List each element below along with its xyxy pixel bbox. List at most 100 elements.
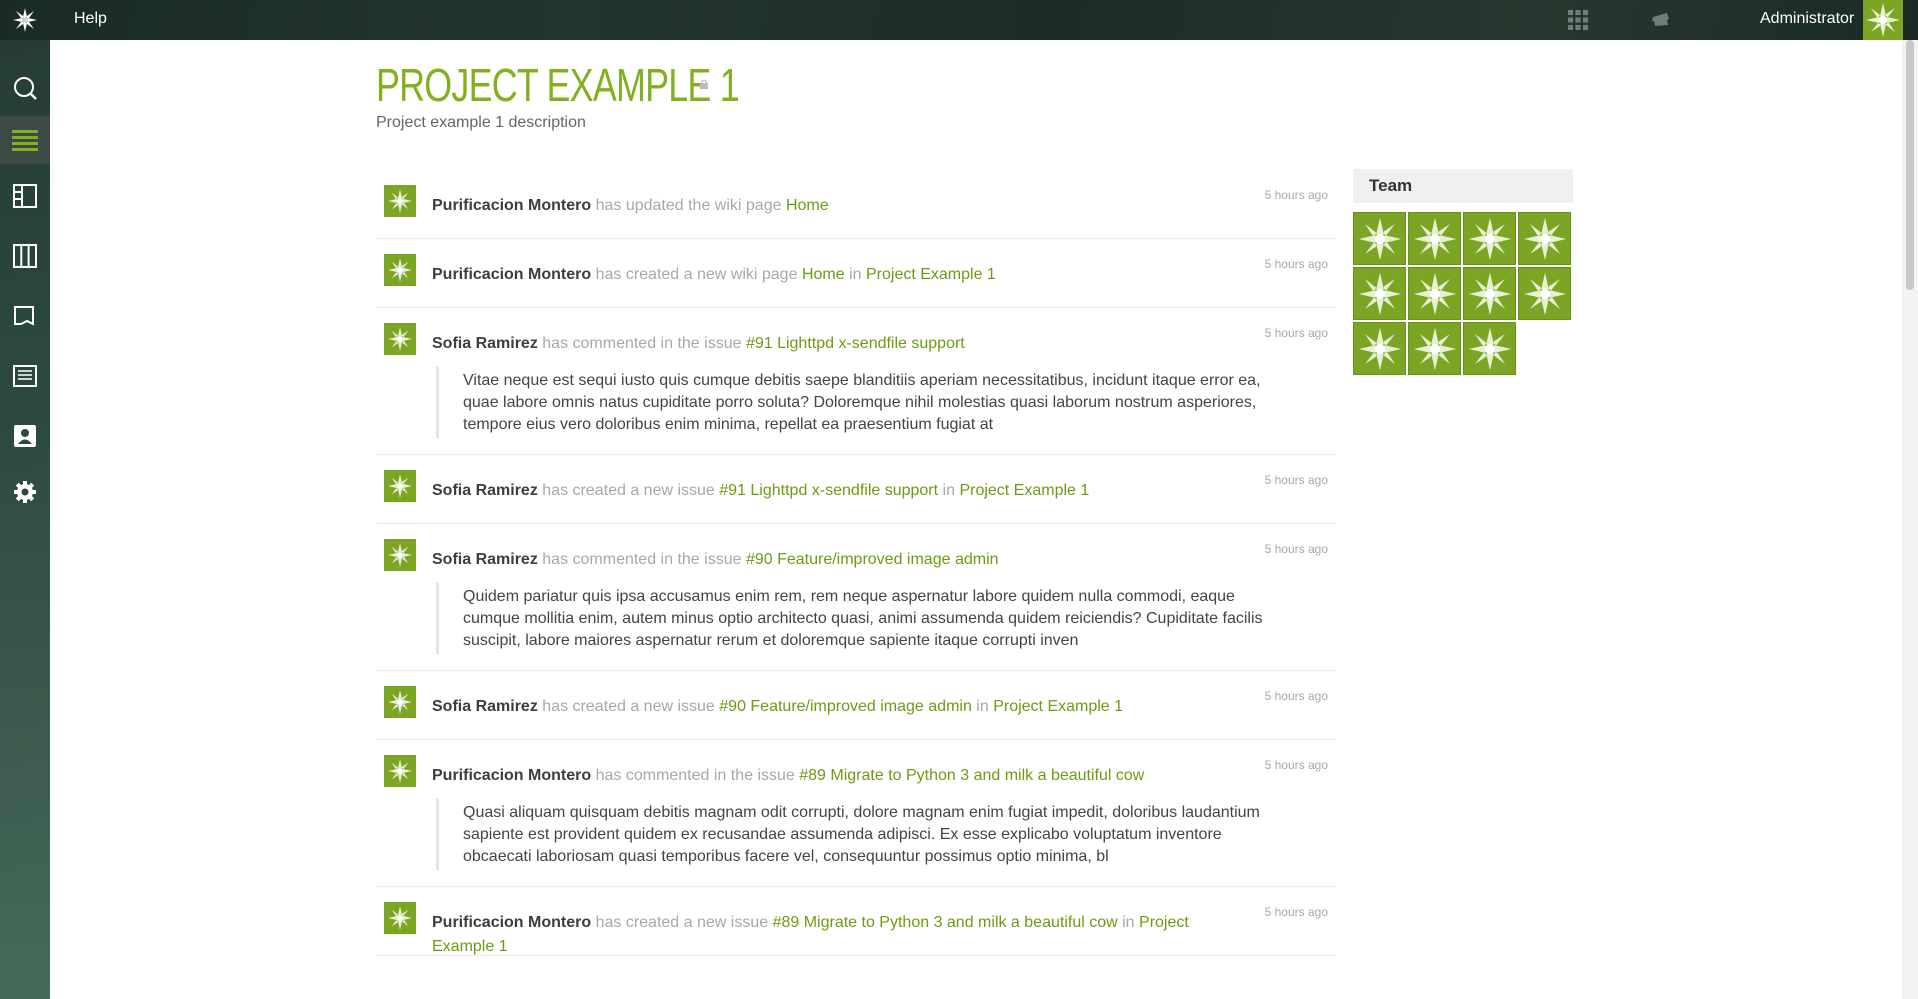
sidebar-item-admin[interactable]: [0, 468, 50, 516]
user-name[interactable]: Purificacion Montero: [432, 197, 591, 214]
notifications-icon[interactable]: [1650, 10, 1672, 30]
sidebar-item-timeline[interactable]: [0, 116, 50, 164]
user-avatar[interactable]: [1863, 0, 1903, 40]
team-member-avatar[interactable]: [1463, 212, 1516, 265]
project-link[interactable]: Project Example 1: [959, 482, 1089, 499]
gear-icon: [14, 481, 36, 503]
activity-target-link[interactable]: #91 Lighttpd x-sendfile support: [719, 482, 938, 499]
project-link[interactable]: Project Example 1: [866, 266, 996, 283]
team-member-avatar[interactable]: [1408, 322, 1461, 375]
comment-quote: Quasi aliquam quisquam debitis magnam od…: [436, 798, 1312, 870]
project-link[interactable]: Project Example 1: [993, 698, 1123, 715]
help-link[interactable]: Help: [74, 10, 107, 28]
activity-timeline: Purificacion Montero has updated the wik…: [376, 170, 1336, 956]
user-avatar[interactable]: [384, 323, 416, 355]
in-label: in: [976, 698, 989, 715]
user-avatar[interactable]: [384, 539, 416, 571]
activity-action: has commented in the issue: [595, 767, 795, 784]
sidebar-item-wiki[interactable]: [0, 352, 50, 400]
team-member-avatar[interactable]: [1518, 267, 1571, 320]
user-name[interactable]: Purificacion Montero: [432, 767, 591, 784]
search-icon: [14, 77, 37, 100]
comment-quote: Vitae neque est sequi iusto quis cumque …: [436, 366, 1312, 438]
sidebar-item-kanban[interactable]: [0, 232, 50, 280]
sidebar-item-backlog[interactable]: [0, 172, 50, 220]
activity-action: has created a new issue: [542, 482, 715, 499]
activity-action: has commented in the issue: [542, 335, 742, 352]
activity-action: has commented in the issue: [542, 551, 742, 568]
timeline-entry: Purificacion Montero has commented in th…: [376, 740, 1336, 887]
activity-target-link[interactable]: #91 Lighttpd x-sendfile support: [746, 335, 965, 352]
user-avatar[interactable]: [384, 686, 416, 718]
timestamp: 5 hours ago: [1264, 326, 1328, 340]
comment-quote: Quidem pariatur quis ipsa accusamus enim…: [436, 582, 1312, 654]
page-scrollbar[interactable]: [1902, 40, 1918, 999]
in-label: in: [942, 482, 955, 499]
user-avatar[interactable]: [384, 470, 416, 502]
page-title: PROJECT EXAMPLE 1: [376, 59, 740, 111]
activity-target-link[interactable]: #90 Feature/improved image admin: [746, 551, 999, 568]
team-member-avatar[interactable]: [1408, 212, 1461, 265]
timeline-entry: Purificacion Montero has created a new i…: [376, 887, 1336, 956]
sidebar-item-team[interactable]: [0, 412, 50, 460]
lock-icon: [700, 74, 708, 89]
team-icon: [14, 425, 36, 447]
team-member-avatar[interactable]: [1463, 322, 1516, 375]
user-name[interactable]: Sofia Ramirez: [432, 335, 538, 352]
activity-action: has created a new issue: [595, 914, 769, 931]
timestamp: 5 hours ago: [1264, 905, 1328, 919]
activity-action: has created a new wiki page: [595, 266, 798, 283]
user-name[interactable]: Sofia Ramirez: [432, 551, 538, 568]
timeline-entry: Sofia Ramirez has commented in the issue…: [376, 308, 1336, 455]
activity-target-link[interactable]: Home: [786, 197, 829, 214]
scrollbar-thumb[interactable]: [1906, 40, 1914, 290]
user-avatar[interactable]: [384, 185, 416, 217]
timestamp: 5 hours ago: [1264, 188, 1328, 202]
user-name[interactable]: Sofia Ramirez: [432, 482, 538, 499]
project-sidebar: [0, 40, 50, 999]
activity-action: has updated the wiki page: [595, 197, 782, 214]
kanban-icon: [13, 244, 37, 268]
activity-target-link[interactable]: #89 Migrate to Python 3 and milk a beaut…: [799, 767, 1144, 784]
user-name[interactable]: Purificacion Montero: [432, 266, 591, 283]
timestamp: 5 hours ago: [1264, 473, 1328, 487]
timeline-entry-text: Sofia Ramirez has commented in the issue…: [376, 308, 1236, 356]
team-member-avatar[interactable]: [1518, 212, 1571, 265]
activity-action: has created a new issue: [542, 698, 715, 715]
team-member-avatar[interactable]: [1408, 267, 1461, 320]
timestamp: 5 hours ago: [1264, 542, 1328, 556]
team-header: Team: [1353, 169, 1573, 203]
sidebar-item-search[interactable]: [0, 64, 50, 112]
in-label: in: [849, 266, 862, 283]
timeline-entry: Sofia Ramirez has created a new issue #9…: [376, 671, 1336, 740]
timestamp: 5 hours ago: [1264, 257, 1328, 271]
timeline-entry-text: Purificacion Montero has created a new i…: [376, 887, 1236, 959]
activity-target-link[interactable]: #90 Feature/improved image admin: [719, 698, 972, 715]
taiga-logo-icon[interactable]: [0, 0, 50, 40]
timeline-entry: Sofia Ramirez has created a new issue #9…: [376, 455, 1336, 524]
activity-target-link[interactable]: #89 Migrate to Python 3 and milk a beaut…: [773, 914, 1118, 931]
timeline-entry: Purificacion Montero has created a new w…: [376, 239, 1336, 308]
issues-icon: [14, 306, 34, 326]
team-members-grid: [1353, 212, 1577, 375]
sidebar-item-issues[interactable]: [0, 292, 50, 340]
timeline-entry-text: Sofia Ramirez has created a new issue #9…: [376, 671, 1236, 719]
team-member-avatar[interactable]: [1353, 322, 1406, 375]
team-member-avatar[interactable]: [1463, 267, 1516, 320]
user-name[interactable]: Administrator: [1760, 10, 1854, 28]
user-name[interactable]: Sofia Ramirez: [432, 698, 538, 715]
user-avatar[interactable]: [384, 254, 416, 286]
team-member-avatar[interactable]: [1353, 212, 1406, 265]
timeline-entry: Sofia Ramirez has commented in the issue…: [376, 524, 1336, 671]
timeline-entry-text: Sofia Ramirez has commented in the issue…: [376, 524, 1236, 572]
user-name[interactable]: Purificacion Montero: [432, 914, 591, 931]
user-avatar[interactable]: [384, 755, 416, 787]
project-description: Project example 1 description: [376, 114, 586, 131]
user-avatar[interactable]: [384, 902, 416, 934]
backlog-icon: [13, 184, 37, 208]
wiki-icon: [13, 365, 37, 387]
activity-target-link[interactable]: Home: [802, 266, 845, 283]
in-label: in: [1122, 914, 1135, 931]
team-member-avatar[interactable]: [1353, 267, 1406, 320]
projects-grid-icon[interactable]: [1567, 9, 1589, 31]
